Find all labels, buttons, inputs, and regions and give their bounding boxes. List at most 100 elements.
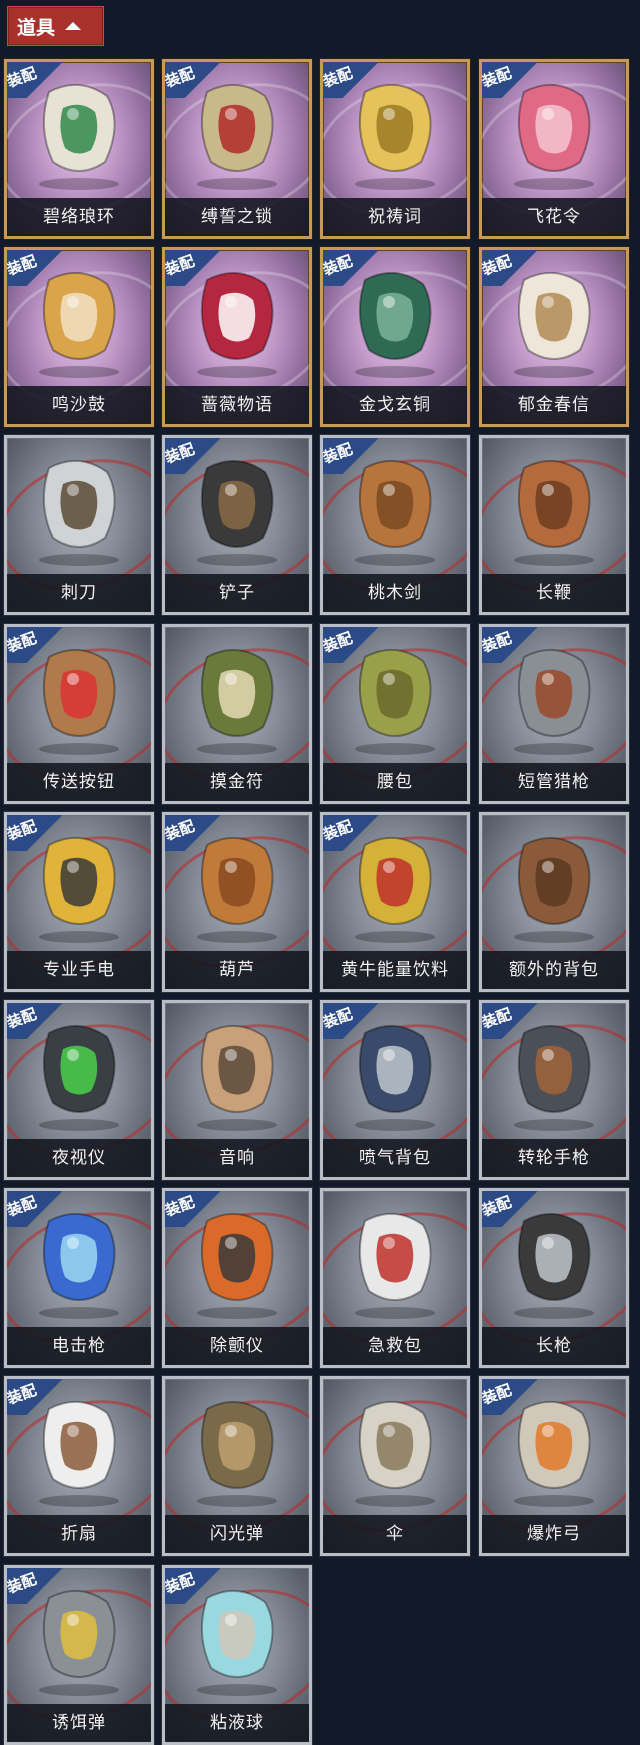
equipped-badge: 装配 <box>165 1191 221 1227</box>
item-card[interactable]: 装配 专业手电 <box>4 812 154 992</box>
item-card[interactable]: 音响 <box>162 1000 312 1180</box>
equipped-badge-label: 装配 <box>479 1004 514 1033</box>
item-card[interactable]: 装配 飞花令 <box>479 59 629 239</box>
equipped-badge: 装配 <box>323 1003 379 1039</box>
item-card[interactable]: 装配 转轮手枪 <box>479 1000 629 1180</box>
equipped-badge: 装配 <box>165 1568 221 1604</box>
item-card[interactable]: 装配 短管猎枪 <box>479 624 629 804</box>
equipped-badge: 装配 <box>7 62 63 98</box>
item-card[interactable]: 装配 夜视仪 <box>4 1000 154 1180</box>
equipped-badge-label: 装配 <box>320 63 355 92</box>
equipped-badge: 装配 <box>7 1568 63 1604</box>
item-name: 急救包 <box>323 1327 467 1365</box>
item-card[interactable]: 装配 粘液球 <box>162 1565 312 1745</box>
item-name: 转轮手枪 <box>482 1139 626 1177</box>
item-name: 缚誓之锁 <box>165 198 309 236</box>
item-name: 祝祷词 <box>323 198 467 236</box>
item-card[interactable]: 装配 长枪 <box>479 1188 629 1368</box>
item-name: 葫芦 <box>165 951 309 989</box>
equipped-badge: 装配 <box>323 438 379 474</box>
item-name: 桃木剑 <box>323 574 467 612</box>
item-card[interactable]: 装配 喷气背包 <box>320 1000 470 1180</box>
equipped-badge: 装配 <box>7 627 63 663</box>
equipped-badge-label: 装配 <box>479 1192 514 1221</box>
radio-speaker-icon <box>197 1024 277 1131</box>
item-card[interactable]: 装配 金戈玄铜 <box>320 247 470 427</box>
equipped-badge-label: 装配 <box>320 1004 355 1033</box>
item-name: 音响 <box>165 1139 309 1177</box>
item-name: 郁金春信 <box>482 386 626 424</box>
equipped-badge: 装配 <box>482 1191 538 1227</box>
equipped-badge-label: 装配 <box>320 439 355 468</box>
equipped-badge-label: 装配 <box>162 1569 197 1598</box>
umbrella-icon <box>355 1400 435 1507</box>
equipped-badge-label: 装配 <box>4 1004 39 1033</box>
item-card[interactable]: 刺刀 <box>4 435 154 615</box>
item-card[interactable]: 装配 电击枪 <box>4 1188 154 1368</box>
item-card[interactable]: 装配 鸣沙鼓 <box>4 247 154 427</box>
equipped-badge: 装配 <box>165 250 221 286</box>
item-card[interactable]: 装配 腰包 <box>320 624 470 804</box>
item-name: 飞花令 <box>482 198 626 236</box>
item-name: 闪光弹 <box>165 1515 309 1553</box>
equipped-badge: 装配 <box>482 627 538 663</box>
item-card[interactable]: 装配 折扇 <box>4 1376 154 1556</box>
equipped-badge-label: 装配 <box>4 63 39 92</box>
item-name: 电击枪 <box>7 1327 151 1365</box>
equipped-badge: 装配 <box>482 1379 538 1415</box>
category-header-toggle[interactable]: 道具 <box>7 6 104 46</box>
item-card[interactable]: 装配 祝祷词 <box>320 59 470 239</box>
item-card[interactable]: 装配 传送按钮 <box>4 624 154 804</box>
equipped-badge-label: 装配 <box>4 816 39 845</box>
equipped-badge-label: 装配 <box>4 628 39 657</box>
item-card[interactable]: 装配 碧络琅环 <box>4 59 154 239</box>
item-card[interactable]: 装配 爆炸弓 <box>479 1376 629 1556</box>
equipped-badge-label: 装配 <box>320 251 355 280</box>
item-name: 诱饵弹 <box>7 1704 151 1742</box>
equipped-badge-label: 装配 <box>162 251 197 280</box>
equipped-badge-label: 装配 <box>162 439 197 468</box>
chevron-up-icon <box>65 22 82 30</box>
item-card[interactable]: 长鞭 <box>479 435 629 615</box>
item-name: 金戈玄铜 <box>323 386 467 424</box>
item-card[interactable]: 伞 <box>320 1376 470 1556</box>
backpack-icon <box>514 836 594 943</box>
bayonet-icon <box>39 459 119 566</box>
item-card[interactable]: 装配 除颤仪 <box>162 1188 312 1368</box>
equipped-badge: 装配 <box>165 815 221 851</box>
item-name: 碧络琅环 <box>7 198 151 236</box>
equipped-badge-label: 装配 <box>320 816 355 845</box>
equipped-badge: 装配 <box>482 1003 538 1039</box>
item-name: 长鞭 <box>482 574 626 612</box>
item-card[interactable]: 摸金符 <box>162 624 312 804</box>
item-card[interactable]: 额外的背包 <box>479 812 629 992</box>
item-name: 伞 <box>323 1515 467 1553</box>
item-name: 鸣沙鼓 <box>7 386 151 424</box>
item-card[interactable]: 急救包 <box>320 1188 470 1368</box>
equipped-badge-label: 装配 <box>4 1569 39 1598</box>
item-card[interactable]: 装配 诱饵弹 <box>4 1565 154 1745</box>
item-name: 刺刀 <box>7 574 151 612</box>
category-title: 道具 <box>17 16 56 39</box>
equipped-badge: 装配 <box>323 815 379 851</box>
item-card[interactable]: 装配 葫芦 <box>162 812 312 992</box>
equipped-badge-label: 装配 <box>4 1380 39 1409</box>
item-name: 爆炸弓 <box>482 1515 626 1553</box>
equipped-badge-label: 装配 <box>4 1192 39 1221</box>
equipped-badge: 装配 <box>482 250 538 286</box>
item-card[interactable]: 装配 铲子 <box>162 435 312 615</box>
item-card[interactable]: 装配 黄牛能量饮料 <box>320 812 470 992</box>
item-card[interactable]: 装配 郁金春信 <box>479 247 629 427</box>
item-card[interactable]: 闪光弹 <box>162 1376 312 1556</box>
item-card[interactable]: 装配 蔷薇物语 <box>162 247 312 427</box>
equipped-badge-label: 装配 <box>479 628 514 657</box>
item-name: 喷气背包 <box>323 1139 467 1177</box>
item-name: 腰包 <box>323 763 467 801</box>
equipped-badge: 装配 <box>7 1191 63 1227</box>
equipped-badge-label: 装配 <box>162 63 197 92</box>
equipped-badge-label: 装配 <box>479 1380 514 1409</box>
item-name: 额外的背包 <box>482 951 626 989</box>
equipped-badge: 装配 <box>7 250 63 286</box>
item-card[interactable]: 装配 桃木剑 <box>320 435 470 615</box>
item-card[interactable]: 装配 缚誓之锁 <box>162 59 312 239</box>
